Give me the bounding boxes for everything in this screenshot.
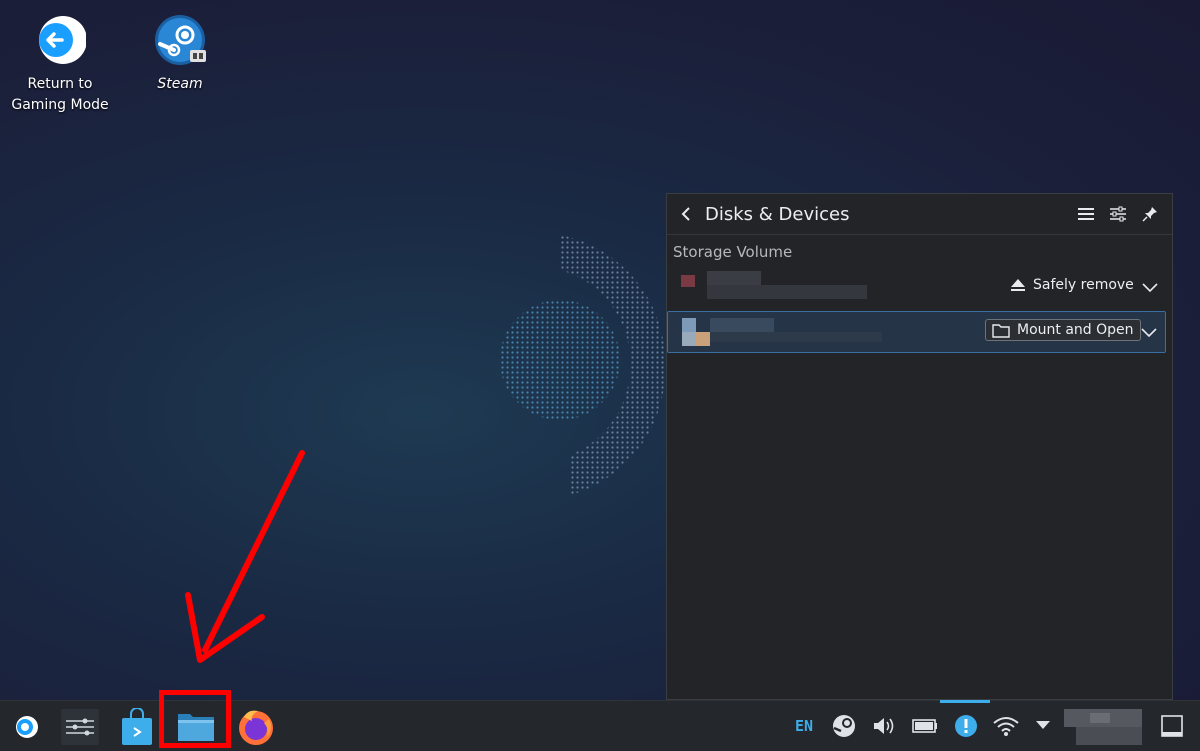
mount-and-open-button[interactable]: Mount and Open xyxy=(985,319,1141,341)
steam-tray-icon xyxy=(833,715,855,737)
volume-icon xyxy=(874,718,894,734)
show-desktop-button[interactable] xyxy=(1158,712,1186,740)
battery-icon xyxy=(912,719,937,733)
chevron-left-icon xyxy=(681,207,690,221)
keyboard-layout-indicator[interactable]: EN xyxy=(788,714,820,738)
hamburger-menu-icon xyxy=(1078,208,1094,220)
device-icon-pixelated xyxy=(679,271,867,301)
back-button[interactable] xyxy=(675,202,699,226)
panel-title: Disks & Devices xyxy=(705,203,850,225)
system-settings-launcher[interactable] xyxy=(60,707,100,747)
discover-launcher[interactable] xyxy=(117,707,157,747)
firefox-launcher[interactable] xyxy=(235,706,277,748)
sliders-icon xyxy=(1110,206,1126,222)
show-desktop-icon xyxy=(1161,715,1183,737)
folder-icon xyxy=(992,323,1010,338)
clock-obscured xyxy=(1064,709,1142,745)
device-row-selected[interactable]: Mount and Open xyxy=(667,311,1166,353)
network-button[interactable] xyxy=(990,712,1022,740)
return-to-gaming-mode-shortcut[interactable]: Return to Gaming Mode xyxy=(5,14,115,116)
pin-button[interactable] xyxy=(1136,200,1164,228)
battery-button[interactable] xyxy=(910,712,940,740)
steam-label: Steam xyxy=(157,76,203,92)
red-arrow-annotation xyxy=(185,450,305,663)
digital-clock-pixelated[interactable] xyxy=(1064,709,1142,745)
return-arrow-icon xyxy=(39,16,86,64)
mount-and-open-label: Mount and Open xyxy=(1017,322,1134,338)
chevron-down-icon[interactable] xyxy=(1139,322,1159,342)
chevron-down-icon[interactable] xyxy=(1140,277,1160,297)
steam-logo-artwork xyxy=(500,235,666,495)
red-highlight-annotation xyxy=(159,690,231,748)
eject-icon xyxy=(1011,279,1025,291)
discover-store-icon xyxy=(122,708,152,745)
system-settings-icon xyxy=(61,709,99,745)
configure-button[interactable] xyxy=(1104,200,1132,228)
firefox-icon xyxy=(239,710,273,745)
volume-button[interactable] xyxy=(870,712,898,740)
notifications-button[interactable] xyxy=(952,712,980,740)
application-launcher[interactable] xyxy=(10,710,44,744)
steam-tray-button[interactable] xyxy=(830,712,858,740)
wifi-icon xyxy=(993,717,1019,736)
pin-icon xyxy=(1142,207,1157,222)
steam-icon xyxy=(155,15,206,65)
menu-button[interactable] xyxy=(1072,200,1100,228)
desktop: Return to Gaming Mode Steam Disks & Devi… xyxy=(0,0,1200,700)
disks-devices-panel: Disks & Devices Storage Volume Safely re… xyxy=(666,193,1173,700)
triangle-down-icon xyxy=(1036,721,1050,729)
notifications-icon xyxy=(955,715,977,737)
steam-launcher-icon xyxy=(16,716,38,738)
system-tray-expand[interactable] xyxy=(1032,714,1054,736)
steam-shortcut[interactable]: Steam xyxy=(125,14,235,95)
safely-remove-button[interactable]: Safely remove xyxy=(1010,277,1134,293)
section-title: Storage Volume xyxy=(673,243,793,261)
panel-header: Disks & Devices xyxy=(667,194,1172,235)
device-row[interactable]: Safely remove xyxy=(667,267,1172,307)
return-to-gaming-mode-label: Return to Gaming Mode xyxy=(11,76,109,113)
safely-remove-label: Safely remove xyxy=(1033,277,1134,293)
active-applet-indicator xyxy=(940,700,990,703)
device-icon-pixelated xyxy=(682,318,882,348)
